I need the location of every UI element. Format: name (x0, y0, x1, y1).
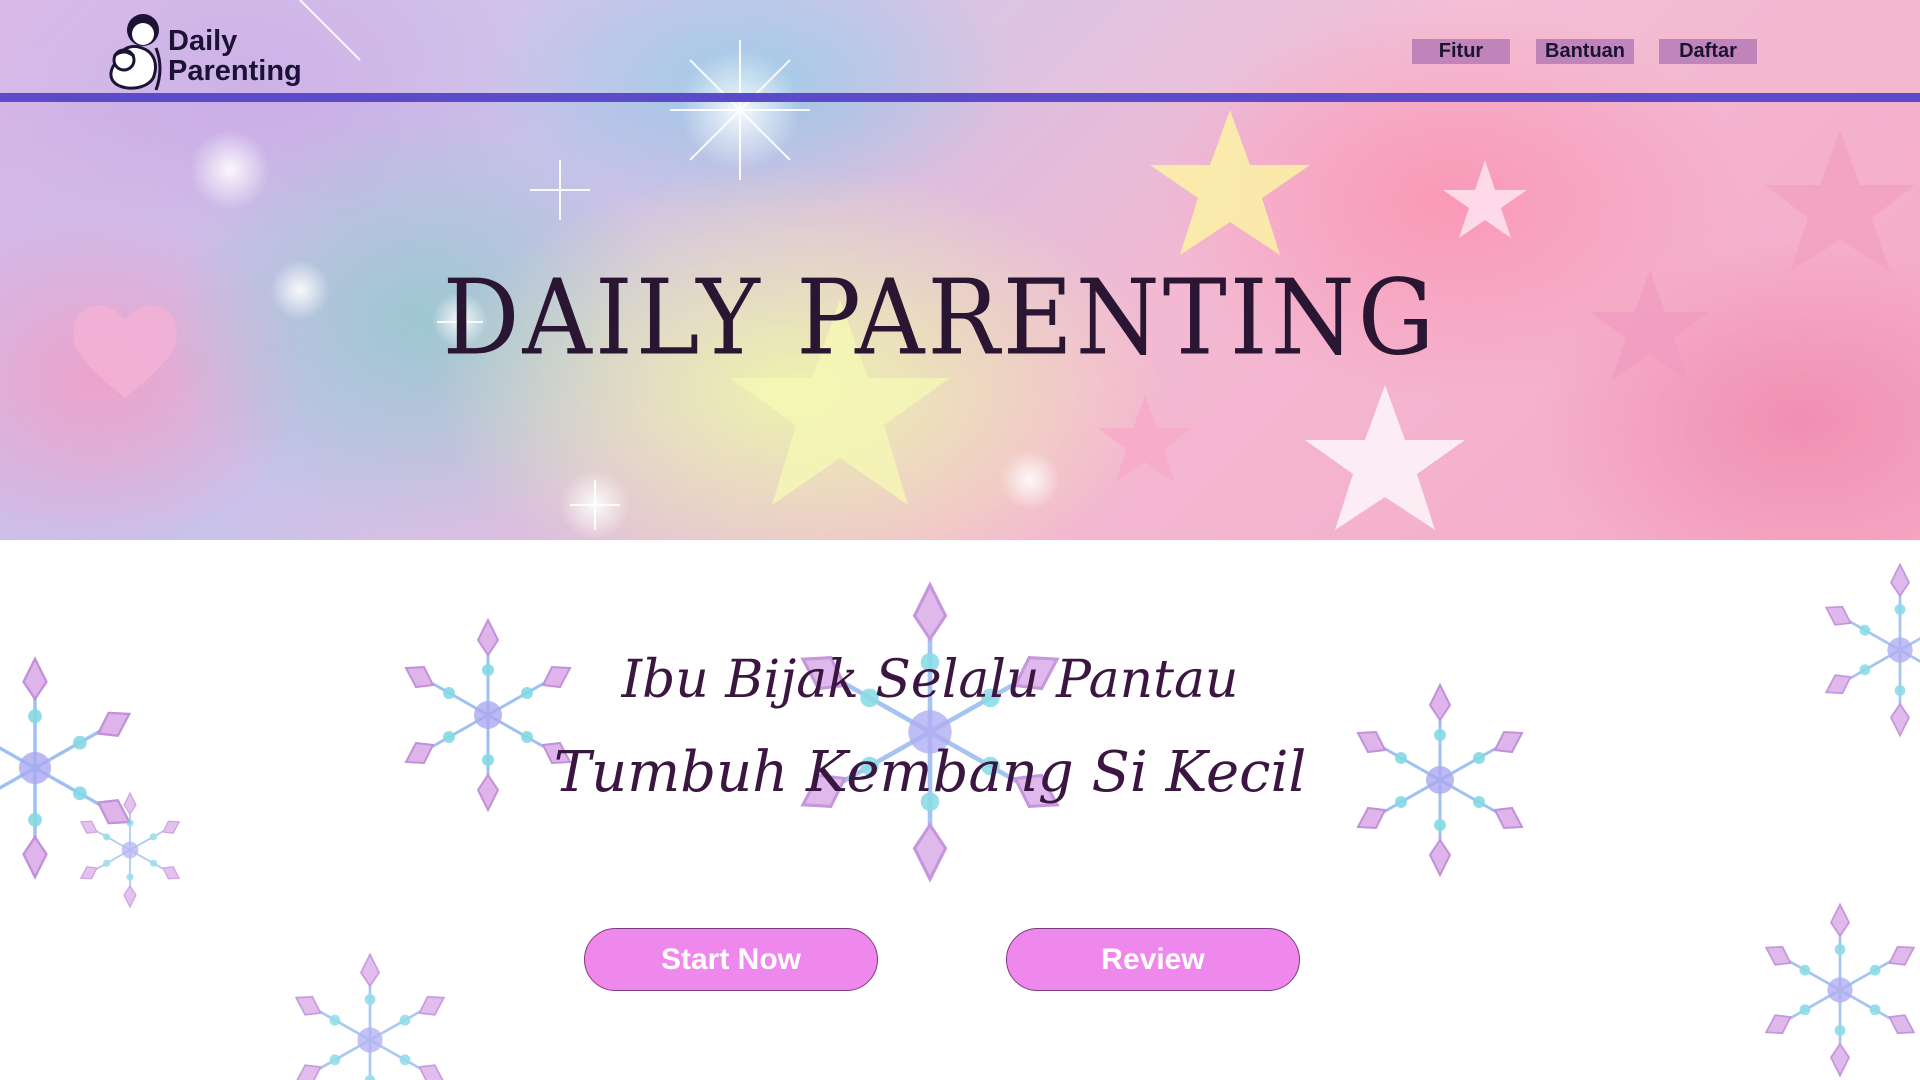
nav-item-bantuan[interactable]: Bantuan (1536, 39, 1634, 64)
snowflake-background (0, 563, 1920, 1080)
nav-item-daftar[interactable]: Daftar (1659, 39, 1757, 64)
start-now-button[interactable]: Start Now (584, 928, 878, 991)
logo-line-1: Daily (168, 25, 238, 57)
star-shape (1765, 130, 1915, 272)
mother-baby-icon (109, 14, 162, 91)
tagline-line-1: Ibu Bijak Selalu Pantau (621, 650, 1239, 710)
logo[interactable]: Daily Parenting (98, 8, 308, 94)
tagline-line-2: Tumbuh Kembang Si Kecil (553, 740, 1307, 805)
hero-banner: Daily Parenting Fitur Bantuan Daftar DAI… (0, 0, 1920, 540)
star-shape (1305, 385, 1465, 530)
star-shape (1150, 110, 1310, 255)
snowflake (803, 585, 1057, 880)
snowflake (1764, 903, 1916, 1077)
top-navbar: Daily Parenting Fitur Bantuan Daftar (0, 0, 1920, 93)
snowflake (79, 792, 181, 908)
review-button[interactable]: Review (1006, 928, 1300, 991)
hero-title: DAILY PARENTING (442, 257, 1438, 379)
sparkle (1000, 450, 1060, 510)
snowflake (294, 953, 446, 1080)
star-shape (1443, 160, 1527, 238)
navbar-divider (0, 93, 1920, 102)
logo-text: Daily Parenting (168, 26, 302, 86)
sparkle (190, 130, 270, 210)
star-shape (1098, 395, 1192, 482)
logo-line-2: Parenting (168, 55, 302, 87)
nav-item-fitur[interactable]: Fitur (1412, 39, 1510, 64)
